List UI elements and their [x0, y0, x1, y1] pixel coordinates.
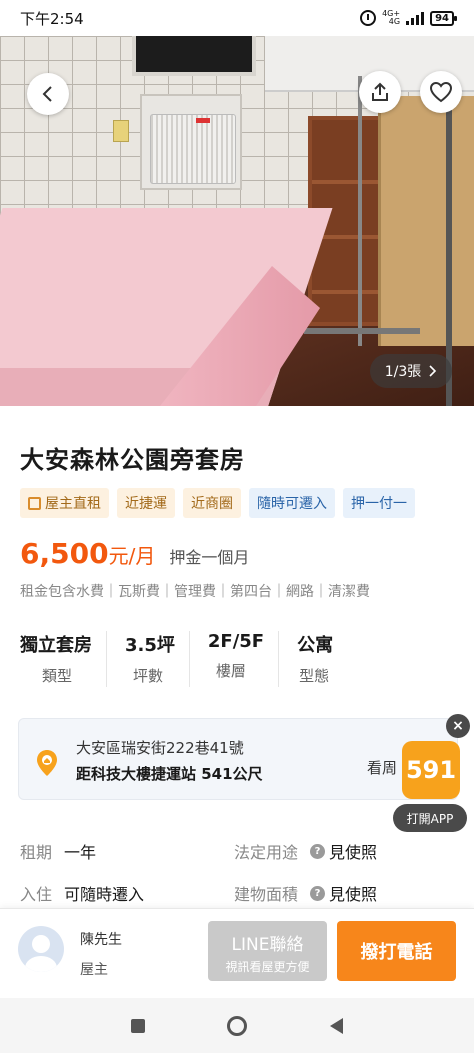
- stat-area: 3.5坪 坪數: [125, 631, 190, 687]
- detail-value-text: 見使照: [329, 843, 378, 862]
- photo-outlet: [113, 120, 129, 142]
- address-card[interactable]: 大安區瑞安街222巷41號 距科技大樓捷運站 541公尺 看周: [18, 718, 458, 800]
- stat-value: 3.5坪: [125, 635, 175, 656]
- tag-label: 屋主直租: [45, 496, 101, 512]
- detail-value: 一年: [64, 843, 97, 862]
- tag-move-in: 隨時可遷入: [249, 488, 335, 518]
- stats-row: 獨立套房 類型 3.5坪 坪數 2F/5F 樓層 公寓 型態: [20, 631, 380, 687]
- stat-label: 坪數: [133, 667, 164, 685]
- detail-value: ? 見使照: [310, 839, 377, 863]
- price-unit: 元/月: [108, 544, 156, 568]
- stat-floor: 2F/5F 樓層: [207, 631, 280, 687]
- address-text: 大安區瑞安街222巷41號: [76, 739, 244, 757]
- stat-value: 公寓: [297, 635, 334, 656]
- details-grid: 租期 一年 法定用途 ? 見使照 入住 可隨時遷入 建物面積 ? 見使照: [20, 830, 460, 914]
- listing-photo[interactable]: [0, 36, 474, 406]
- detail-value: ? 見使照: [310, 881, 377, 905]
- rent-includes: 租金包含水費｜瓦斯費｜管理費｜第四台｜網路｜清潔費: [20, 584, 370, 600]
- photo-counter[interactable]: 1/3張: [370, 354, 452, 388]
- tag-list: 屋主直租 近捷運 近商圈 隨時可遷入 押一付一: [20, 488, 415, 518]
- promo-close-button[interactable]: ×: [446, 714, 470, 738]
- deposit: 押金一個月: [169, 548, 250, 567]
- house-icon: [28, 496, 41, 510]
- heart-icon: [429, 81, 453, 103]
- chevron-right-icon: [429, 365, 437, 377]
- photo-window: [132, 36, 256, 76]
- detail-key: 入住: [20, 885, 53, 904]
- app-logo-591[interactable]: 591: [402, 741, 460, 799]
- photo-ac-logo: [196, 118, 210, 123]
- signal-icon: [406, 11, 425, 25]
- line-contact-sub: 視訊看屋更方便: [225, 960, 310, 974]
- stat-value: 獨立套房: [20, 635, 92, 656]
- tag-mrt: 近捷運: [117, 488, 175, 518]
- network-label: 4G+ 4G: [382, 10, 400, 26]
- chevron-left-icon: [42, 86, 52, 102]
- view-map-link[interactable]: 看周: [367, 757, 397, 778]
- question-icon[interactable]: ?: [310, 843, 326, 859]
- details-row: 租期 一年 法定用途 ? 見使照: [20, 830, 460, 872]
- stat-building-type: 公寓 型態: [297, 631, 347, 687]
- detail-key: 租期: [20, 843, 53, 862]
- system-nav-bar: [0, 998, 474, 1053]
- stat-type: 獨立套房 類型: [20, 631, 107, 687]
- open-app-button[interactable]: 打開APP: [393, 804, 467, 832]
- stat-label: 型態: [299, 667, 330, 685]
- photo-air-conditioner: [150, 114, 236, 184]
- contact-bar: 陳先生 屋主 LINE聯絡 視訊看屋更方便 撥打電話: [0, 908, 474, 998]
- listing-title: 大安森林公園旁套房: [20, 446, 245, 474]
- tag-owner: 屋主直租: [20, 488, 109, 518]
- stat-value: 2F/5F: [207, 631, 265, 652]
- detail-value-text: 見使照: [329, 885, 378, 904]
- battery-level: 94: [430, 10, 457, 26]
- tag-shopping: 近商圈: [183, 488, 241, 518]
- photo-rack: [358, 76, 362, 346]
- back-triangle-icon[interactable]: [329, 1017, 343, 1034]
- status-icons: 4G+ 4G 94: [360, 10, 457, 26]
- stat-label: 類型: [42, 667, 73, 685]
- photo-rack-base: [304, 328, 420, 334]
- map-pin-icon: [37, 750, 57, 776]
- photo-pole: [446, 76, 452, 406]
- recents-icon[interactable]: [131, 1018, 146, 1033]
- line-contact-button[interactable]: LINE聯絡 視訊看屋更方便: [208, 921, 327, 981]
- back-button[interactable]: [27, 73, 69, 115]
- tag-deposit: 押一付一: [343, 488, 415, 518]
- price-row: 6,500元/月 押金一個月: [20, 537, 249, 570]
- owner-name: 陳先生: [80, 932, 122, 948]
- favorite-button[interactable]: [420, 71, 462, 113]
- detail-key: 建物面積: [234, 885, 299, 904]
- transit-distance: 距科技大樓捷運站 541公尺: [76, 765, 263, 783]
- status-time: 下午2:54: [20, 9, 84, 28]
- stat-label: 樓層: [215, 662, 246, 680]
- price-amount: 6,500: [20, 537, 109, 570]
- call-button[interactable]: 撥打電話: [337, 921, 456, 981]
- photo-cabinet: [378, 96, 474, 346]
- detail-move-in: 入住 可隨時遷入: [20, 881, 234, 905]
- detail-key: 法定用途: [234, 843, 299, 862]
- line-contact-label: LINE聯絡: [231, 935, 304, 955]
- question-icon[interactable]: ?: [310, 885, 326, 901]
- avatar: [18, 926, 64, 972]
- network-sub: 4G: [388, 17, 401, 26]
- status-bar: 下午2:54 4G+ 4G 94: [0, 0, 474, 36]
- detail-building-area: 建物面積 ? 見使照: [234, 881, 448, 905]
- detail-lease-term: 租期 一年: [20, 839, 234, 863]
- price: 6,500元/月: [20, 537, 155, 570]
- alarm-icon: [360, 10, 377, 26]
- detail-legal-use: 法定用途 ? 見使照: [234, 839, 448, 863]
- owner-role: 屋主: [80, 962, 108, 978]
- share-button[interactable]: [359, 71, 401, 113]
- detail-value: 可隨時遷入: [64, 885, 145, 904]
- home-icon[interactable]: [227, 1015, 248, 1036]
- share-icon: [372, 82, 388, 101]
- photo-counter-text: 1/3張: [384, 364, 422, 380]
